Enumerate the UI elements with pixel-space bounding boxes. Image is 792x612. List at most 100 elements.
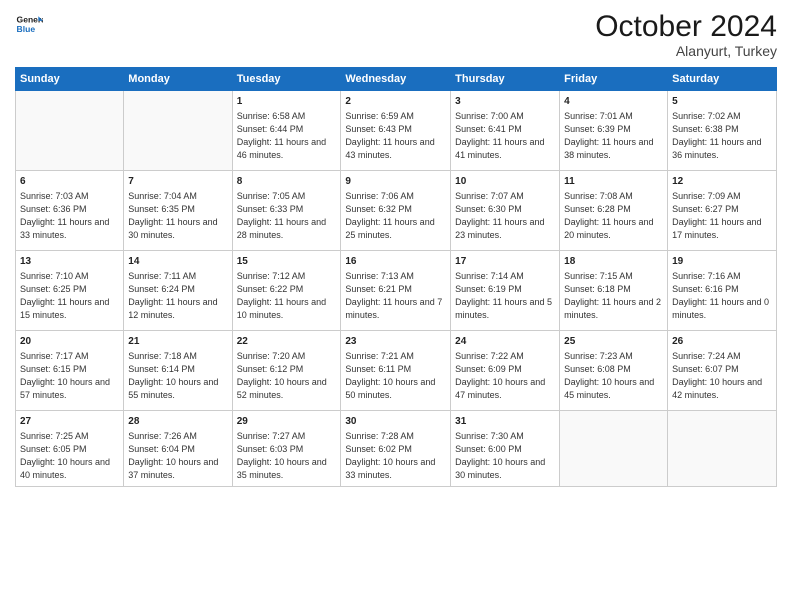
day-number: 31 [455, 415, 555, 429]
day-number: 14 [128, 255, 227, 269]
table-row: 22Sunrise: 7:20 AM Sunset: 6:12 PM Dayli… [232, 331, 341, 411]
day-number: 1 [237, 95, 337, 109]
day-info: Sunrise: 7:11 AM Sunset: 6:24 PM Dayligh… [128, 270, 227, 322]
calendar-header-row: Sunday Monday Tuesday Wednesday Thursday… [16, 68, 777, 91]
table-row: 1Sunrise: 6:58 AM Sunset: 6:44 PM Daylig… [232, 91, 341, 171]
day-info: Sunrise: 7:06 AM Sunset: 6:32 PM Dayligh… [345, 190, 446, 242]
day-number: 29 [237, 415, 337, 429]
table-row: 20Sunrise: 7:17 AM Sunset: 6:15 PM Dayli… [16, 331, 124, 411]
header-wednesday: Wednesday [341, 68, 451, 91]
table-row: 2Sunrise: 6:59 AM Sunset: 6:43 PM Daylig… [341, 91, 451, 171]
table-row [560, 411, 668, 487]
day-info: Sunrise: 7:04 AM Sunset: 6:35 PM Dayligh… [128, 190, 227, 242]
day-number: 10 [455, 175, 555, 189]
day-info: Sunrise: 7:00 AM Sunset: 6:41 PM Dayligh… [455, 110, 555, 162]
day-number: 18 [564, 255, 663, 269]
table-row: 16Sunrise: 7:13 AM Sunset: 6:21 PM Dayli… [341, 251, 451, 331]
day-number: 20 [20, 335, 119, 349]
day-info: Sunrise: 7:21 AM Sunset: 6:11 PM Dayligh… [345, 350, 446, 402]
day-number: 25 [564, 335, 663, 349]
day-info: Sunrise: 7:14 AM Sunset: 6:19 PM Dayligh… [455, 270, 555, 322]
day-info: Sunrise: 6:59 AM Sunset: 6:43 PM Dayligh… [345, 110, 446, 162]
day-info: Sunrise: 7:08 AM Sunset: 6:28 PM Dayligh… [564, 190, 663, 242]
day-info: Sunrise: 7:01 AM Sunset: 6:39 PM Dayligh… [564, 110, 663, 162]
day-info: Sunrise: 7:27 AM Sunset: 6:03 PM Dayligh… [237, 430, 337, 482]
day-info: Sunrise: 7:22 AM Sunset: 6:09 PM Dayligh… [455, 350, 555, 402]
table-row: 7Sunrise: 7:04 AM Sunset: 6:35 PM Daylig… [124, 171, 232, 251]
day-info: Sunrise: 7:10 AM Sunset: 6:25 PM Dayligh… [20, 270, 119, 322]
header-friday: Friday [560, 68, 668, 91]
logo: General Blue [15, 10, 43, 38]
day-number: 21 [128, 335, 227, 349]
table-row [16, 91, 124, 171]
day-number: 13 [20, 255, 119, 269]
day-number: 5 [672, 95, 772, 109]
day-info: Sunrise: 7:09 AM Sunset: 6:27 PM Dayligh… [672, 190, 772, 242]
calendar-week-row: 27Sunrise: 7:25 AM Sunset: 6:05 PM Dayli… [16, 411, 777, 487]
title-block: October 2024 Alanyurt, Turkey [595, 10, 777, 59]
calendar-week-row: 6Sunrise: 7:03 AM Sunset: 6:36 PM Daylig… [16, 171, 777, 251]
table-row: 18Sunrise: 7:15 AM Sunset: 6:18 PM Dayli… [560, 251, 668, 331]
day-info: Sunrise: 7:16 AM Sunset: 6:16 PM Dayligh… [672, 270, 772, 322]
day-info: Sunrise: 7:13 AM Sunset: 6:21 PM Dayligh… [345, 270, 446, 322]
day-number: 6 [20, 175, 119, 189]
table-row: 23Sunrise: 7:21 AM Sunset: 6:11 PM Dayli… [341, 331, 451, 411]
calendar-week-row: 13Sunrise: 7:10 AM Sunset: 6:25 PM Dayli… [16, 251, 777, 331]
table-row: 12Sunrise: 7:09 AM Sunset: 6:27 PM Dayli… [668, 171, 777, 251]
day-info: Sunrise: 6:58 AM Sunset: 6:44 PM Dayligh… [237, 110, 337, 162]
table-row: 9Sunrise: 7:06 AM Sunset: 6:32 PM Daylig… [341, 171, 451, 251]
day-info: Sunrise: 7:24 AM Sunset: 6:07 PM Dayligh… [672, 350, 772, 402]
day-number: 3 [455, 95, 555, 109]
day-info: Sunrise: 7:03 AM Sunset: 6:36 PM Dayligh… [20, 190, 119, 242]
day-number: 4 [564, 95, 663, 109]
day-number: 11 [564, 175, 663, 189]
header-tuesday: Tuesday [232, 68, 341, 91]
day-number: 28 [128, 415, 227, 429]
table-row: 28Sunrise: 7:26 AM Sunset: 6:04 PM Dayli… [124, 411, 232, 487]
day-number: 27 [20, 415, 119, 429]
day-info: Sunrise: 7:26 AM Sunset: 6:04 PM Dayligh… [128, 430, 227, 482]
page-subtitle: Alanyurt, Turkey [595, 43, 777, 59]
day-info: Sunrise: 7:23 AM Sunset: 6:08 PM Dayligh… [564, 350, 663, 402]
table-row: 13Sunrise: 7:10 AM Sunset: 6:25 PM Dayli… [16, 251, 124, 331]
calendar-week-row: 20Sunrise: 7:17 AM Sunset: 6:15 PM Dayli… [16, 331, 777, 411]
calendar-table: Sunday Monday Tuesday Wednesday Thursday… [15, 67, 777, 487]
day-number: 26 [672, 335, 772, 349]
day-info: Sunrise: 7:20 AM Sunset: 6:12 PM Dayligh… [237, 350, 337, 402]
table-row: 15Sunrise: 7:12 AM Sunset: 6:22 PM Dayli… [232, 251, 341, 331]
table-row: 19Sunrise: 7:16 AM Sunset: 6:16 PM Dayli… [668, 251, 777, 331]
day-info: Sunrise: 7:17 AM Sunset: 6:15 PM Dayligh… [20, 350, 119, 402]
day-number: 22 [237, 335, 337, 349]
table-row [124, 91, 232, 171]
logo-icon: General Blue [15, 10, 43, 38]
table-row: 29Sunrise: 7:27 AM Sunset: 6:03 PM Dayli… [232, 411, 341, 487]
table-row [668, 411, 777, 487]
header-monday: Monday [124, 68, 232, 91]
table-row: 26Sunrise: 7:24 AM Sunset: 6:07 PM Dayli… [668, 331, 777, 411]
day-number: 23 [345, 335, 446, 349]
day-info: Sunrise: 7:12 AM Sunset: 6:22 PM Dayligh… [237, 270, 337, 322]
table-row: 21Sunrise: 7:18 AM Sunset: 6:14 PM Dayli… [124, 331, 232, 411]
table-row: 25Sunrise: 7:23 AM Sunset: 6:08 PM Dayli… [560, 331, 668, 411]
svg-text:Blue: Blue [17, 24, 36, 34]
table-row: 17Sunrise: 7:14 AM Sunset: 6:19 PM Dayli… [451, 251, 560, 331]
calendar-week-row: 1Sunrise: 6:58 AM Sunset: 6:44 PM Daylig… [16, 91, 777, 171]
table-row: 30Sunrise: 7:28 AM Sunset: 6:02 PM Dayli… [341, 411, 451, 487]
table-row: 24Sunrise: 7:22 AM Sunset: 6:09 PM Dayli… [451, 331, 560, 411]
header-sunday: Sunday [16, 68, 124, 91]
day-info: Sunrise: 7:07 AM Sunset: 6:30 PM Dayligh… [455, 190, 555, 242]
day-number: 16 [345, 255, 446, 269]
day-info: Sunrise: 7:15 AM Sunset: 6:18 PM Dayligh… [564, 270, 663, 322]
day-number: 7 [128, 175, 227, 189]
table-row: 11Sunrise: 7:08 AM Sunset: 6:28 PM Dayli… [560, 171, 668, 251]
header-thursday: Thursday [451, 68, 560, 91]
table-row: 5Sunrise: 7:02 AM Sunset: 6:38 PM Daylig… [668, 91, 777, 171]
day-info: Sunrise: 7:05 AM Sunset: 6:33 PM Dayligh… [237, 190, 337, 242]
day-number: 15 [237, 255, 337, 269]
day-number: 19 [672, 255, 772, 269]
table-row: 3Sunrise: 7:00 AM Sunset: 6:41 PM Daylig… [451, 91, 560, 171]
table-row: 31Sunrise: 7:30 AM Sunset: 6:00 PM Dayli… [451, 411, 560, 487]
day-info: Sunrise: 7:30 AM Sunset: 6:00 PM Dayligh… [455, 430, 555, 482]
header-saturday: Saturday [668, 68, 777, 91]
day-number: 17 [455, 255, 555, 269]
